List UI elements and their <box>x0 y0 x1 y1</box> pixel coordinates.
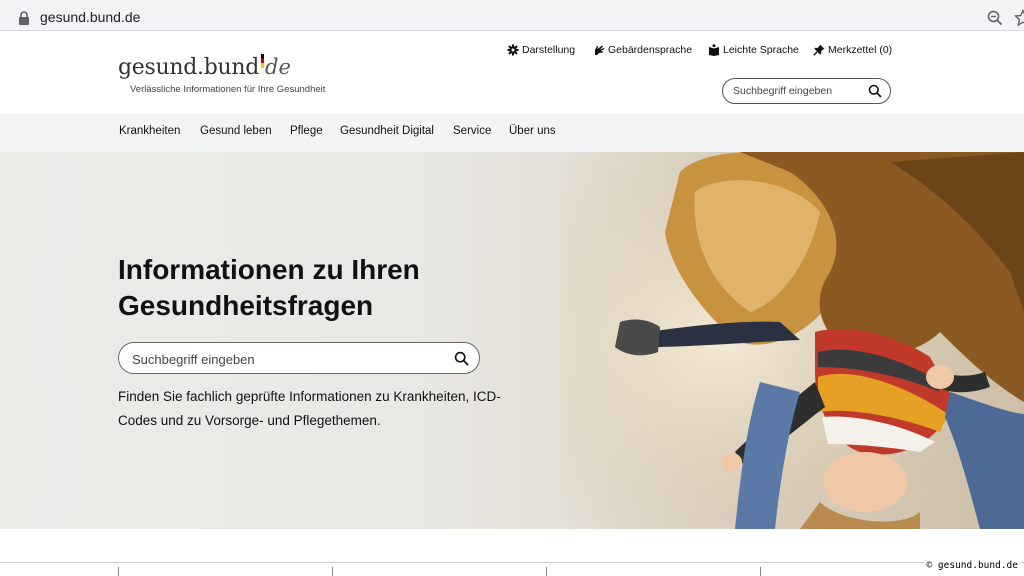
site-header: gesund.bund de Verlässliche Informationen… <box>0 32 1024 114</box>
nav-item-service[interactable]: Service <box>453 125 491 137</box>
pin-icon <box>813 44 825 56</box>
nav-item-krankheiten[interactable]: Krankheiten <box>119 125 180 137</box>
main-navigation: Krankheiten Gesund leben Pflege Gesundhe… <box>0 114 1024 152</box>
utility-gebaerdensprache[interactable]: Gebärdensprache <box>593 44 692 56</box>
image-credit: © gesund.bund.de <box>924 560 1020 571</box>
utility-darstellung[interactable]: Darstellung <box>507 44 575 56</box>
nav-item-pflege[interactable]: Pflege <box>290 125 323 137</box>
lock-icon[interactable] <box>18 11 30 25</box>
site-logo[interactable]: gesund.bund de Verlässliche Informationen… <box>118 54 325 95</box>
url-field[interactable]: gesund.bund.de <box>4 3 1024 28</box>
utility-label: Gebärdensprache <box>608 44 693 56</box>
content-start: © gesund.bund.de <box>0 529 1024 576</box>
utility-label: Darstellung <box>522 44 576 56</box>
bookmark-star-icon[interactable] <box>1014 9 1024 27</box>
column-divider <box>118 567 119 576</box>
gear-icon <box>507 44 519 56</box>
logo-suffix: de <box>265 55 291 79</box>
sign-language-icon <box>595 45 605 55</box>
header-search-box <box>722 78 891 104</box>
utility-merkzettel[interactable]: Merkzettel (0) <box>813 44 892 56</box>
column-divider <box>546 567 547 576</box>
browser-address-bar: gesund.bund.de <box>0 0 1024 31</box>
nav-item-ueber-uns[interactable]: Über uns <box>509 125 556 137</box>
column-divider <box>332 567 333 576</box>
utility-label: Leichte Sprache <box>723 44 799 56</box>
column-divider <box>760 567 761 576</box>
hero-search-input[interactable] <box>132 350 432 368</box>
header-search-input[interactable] <box>733 83 861 99</box>
nav-item-gesundheit-digital[interactable]: Gesundheit Digital <box>340 125 434 137</box>
search-icon[interactable] <box>454 351 469 366</box>
book-icon <box>709 44 719 56</box>
hero-section: Informationen zu Ihren Gesundheitsfragen… <box>0 152 1024 529</box>
flag-icon <box>261 54 265 68</box>
nav-item-gesund-leben[interactable]: Gesund leben <box>200 125 272 137</box>
logo-tagline: Verlässliche Informationen für Ihre Gesu… <box>130 84 326 95</box>
zoom-icon[interactable] <box>986 9 1004 27</box>
hero-search-box <box>118 342 480 374</box>
divider <box>0 562 1024 563</box>
hero-description: Finden Sie fachlich geprüfte Information… <box>118 389 501 428</box>
search-icon[interactable] <box>868 84 882 98</box>
utility-leichte-sprache[interactable]: Leichte Sprache <box>708 44 799 56</box>
hero-photo <box>560 152 1024 529</box>
logo-main-text: gesund.bund <box>118 55 260 80</box>
hero-title: Informationen zu Ihren Gesundheitsfragen <box>118 254 420 321</box>
utility-label: Merkzettel (0) <box>828 44 893 56</box>
url-text[interactable]: gesund.bund.de <box>40 9 140 25</box>
